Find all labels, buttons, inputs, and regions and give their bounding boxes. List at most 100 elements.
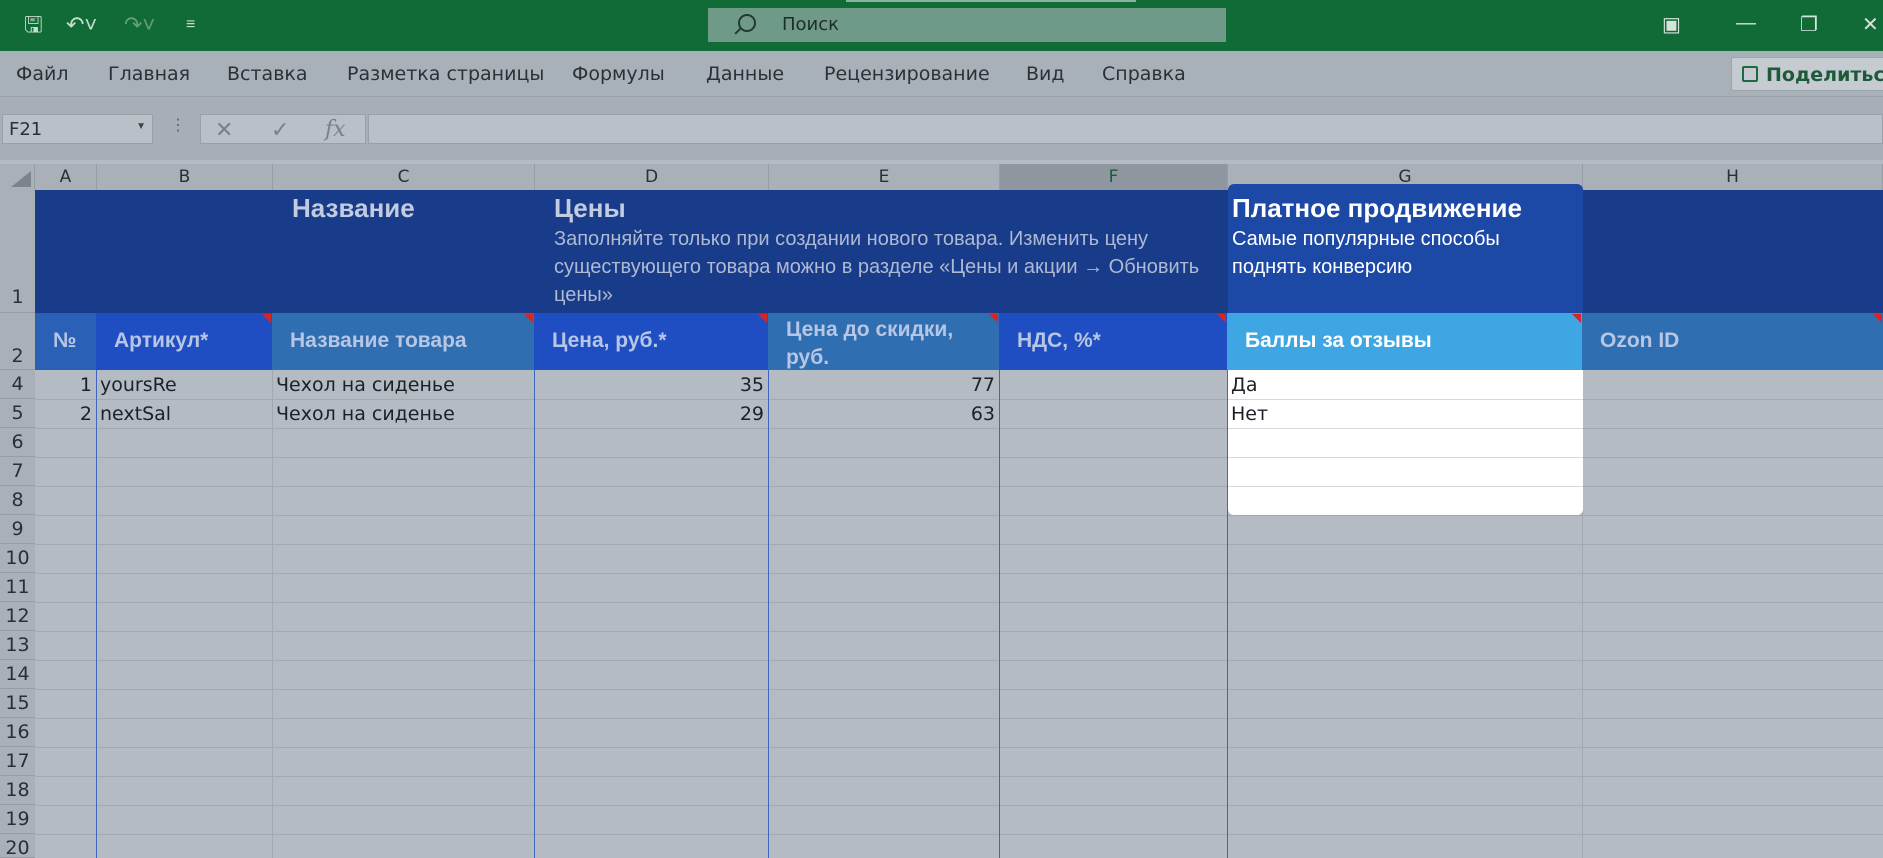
gridline	[35, 747, 1883, 748]
gridline	[35, 602, 1883, 603]
header-cell-product-name[interactable]: Название товара	[272, 313, 534, 370]
column-header-b[interactable]: B	[97, 164, 273, 190]
column-header-a[interactable]: A	[35, 164, 97, 190]
gridline	[35, 805, 1883, 806]
row-header[interactable]: 4	[0, 370, 35, 399]
cell-product-name[interactable]: Чехол на сиденье	[276, 403, 455, 425]
gridline	[1228, 486, 1583, 487]
row-header[interactable]: 2	[0, 313, 35, 370]
enter-icon[interactable]: ✓	[271, 117, 289, 143]
tab-formulas[interactable]: Формулы	[572, 63, 665, 85]
select-all-button[interactable]	[0, 164, 35, 190]
name-box-value: F21	[9, 119, 43, 140]
row-header[interactable]: 11	[0, 573, 35, 602]
header-cell-sku[interactable]: Артикул*	[96, 313, 272, 370]
cell-price[interactable]: 29	[534, 403, 764, 425]
gridline	[1228, 457, 1583, 458]
row-header[interactable]: 15	[0, 689, 35, 718]
row-header[interactable]: 12	[0, 602, 35, 631]
row-header[interactable]: 6	[0, 428, 35, 457]
cell-price[interactable]: 35	[534, 374, 764, 396]
comment-indicator	[262, 314, 271, 323]
gridline	[35, 718, 1883, 719]
row-header[interactable]: 7	[0, 457, 35, 486]
more-icon: ⋮	[170, 117, 186, 134]
cell-num[interactable]: 1	[35, 374, 92, 396]
share-icon	[1742, 66, 1758, 82]
row-header[interactable]: 1	[0, 190, 35, 313]
header-cell-price-before[interactable]: Цена до скидки, руб.	[768, 313, 999, 370]
header-price-label: Цена, руб.*	[552, 329, 667, 352]
cell-review-points[interactable]: Нет	[1231, 403, 1268, 425]
row-header[interactable]: 9	[0, 515, 35, 544]
header-cell-price[interactable]: Цена, руб.*	[534, 313, 768, 370]
header-price-before-label: Цена до скидки, руб.	[786, 318, 954, 369]
column-header-d[interactable]: D	[535, 164, 769, 190]
tab-home[interactable]: Главная	[108, 63, 190, 85]
redo-icon[interactable]: ↷˅	[124, 10, 155, 40]
header-cell-num[interactable]: №	[35, 313, 96, 370]
row-header[interactable]: 8	[0, 486, 35, 515]
cancel-icon[interactable]: ✕	[215, 117, 233, 143]
formula-buttons: ✕ ✓ fx	[200, 114, 366, 144]
header-cell-vat[interactable]: НДС, %*	[999, 313, 1227, 370]
comment-indicator	[989, 314, 998, 323]
header-review-points-label: Баллы за отзывы	[1245, 329, 1432, 352]
column-header-e[interactable]: E	[769, 164, 1000, 190]
row-header[interactable]: 5	[0, 399, 35, 428]
row-header[interactable]: 20	[0, 834, 35, 858]
header-ozon-id-label: Ozon ID	[1600, 329, 1680, 352]
close-button[interactable]: ✕	[1862, 12, 1879, 37]
insert-function-icon[interactable]: fx	[325, 117, 346, 142]
save-icon[interactable]: 🖫	[24, 10, 43, 40]
cell-price-before[interactable]: 63	[768, 403, 995, 425]
tab-file[interactable]: Файл	[16, 63, 69, 85]
row-header[interactable]: 19	[0, 805, 35, 834]
gridline	[35, 515, 1883, 516]
comment-indicator	[758, 314, 767, 323]
tab-data[interactable]: Данные	[706, 63, 784, 85]
promo-section-title: Платное продвижение	[1232, 193, 1522, 223]
column-header-f[interactable]: F	[1000, 164, 1228, 190]
title-bar: 🖫 ↶˅ ↷˅ ≡ Поиск ▣ — ❐ ✕	[0, 0, 1883, 51]
formula-input[interactable]	[368, 114, 1883, 144]
gridline	[35, 573, 1883, 574]
row-header[interactable]: 17	[0, 747, 35, 776]
promo-section-note: Самые популярные способы поднять конверс…	[1232, 228, 1500, 278]
cell-num[interactable]: 2	[35, 403, 92, 425]
row-header[interactable]: 18	[0, 776, 35, 805]
tab-help[interactable]: Справка	[1102, 63, 1186, 85]
header-product-name-label: Название товара	[290, 329, 467, 352]
share-label: Поделиться	[1766, 64, 1883, 86]
tab-page-layout[interactable]: Разметка страницы	[347, 63, 544, 85]
header-cell-ozon-id[interactable]: Ozon ID	[1582, 313, 1883, 370]
customize-toolbar-icon[interactable]: ≡	[186, 10, 195, 40]
row-header[interactable]: 10	[0, 544, 35, 573]
minimize-button[interactable]: —	[1736, 12, 1756, 35]
tab-view[interactable]: Вид	[1026, 63, 1065, 85]
cell-product-name[interactable]: Чехол на сиденье	[276, 374, 455, 396]
cell-sku[interactable]: nextSal	[100, 403, 171, 425]
gridline	[35, 486, 1883, 487]
column-header-c[interactable]: C	[273, 164, 535, 190]
tab-review[interactable]: Рецензирование	[824, 63, 990, 85]
cell-area[interactable]: Название Цены Заполняйте только при созд…	[35, 184, 1883, 858]
header-cell-review-points[interactable]: Баллы за отзывы	[1227, 313, 1582, 370]
undo-icon[interactable]: ↶˅	[66, 10, 97, 40]
row-header[interactable]: 13	[0, 631, 35, 660]
share-button[interactable]: Поделиться	[1731, 57, 1883, 91]
chevron-down-icon[interactable]: ▼	[136, 121, 146, 132]
tab-insert[interactable]: Вставка	[227, 63, 308, 85]
header-num-label: №	[53, 329, 77, 352]
row-header[interactable]: 14	[0, 660, 35, 689]
cell-review-points[interactable]: Да	[1231, 374, 1258, 396]
row-header[interactable]: 16	[0, 718, 35, 747]
search-box[interactable]: Поиск	[708, 8, 1226, 42]
ribbon-display-icon[interactable]: ▣	[1662, 12, 1681, 37]
header-sku-label: Артикул*	[114, 329, 209, 352]
column-header-h[interactable]: H	[1583, 164, 1883, 190]
cell-sku[interactable]: yoursRe	[100, 374, 177, 396]
cell-price-before[interactable]: 77	[768, 374, 995, 396]
restore-button[interactable]: ❐	[1800, 12, 1818, 37]
name-box[interactable]: F21 ▼	[2, 114, 153, 144]
